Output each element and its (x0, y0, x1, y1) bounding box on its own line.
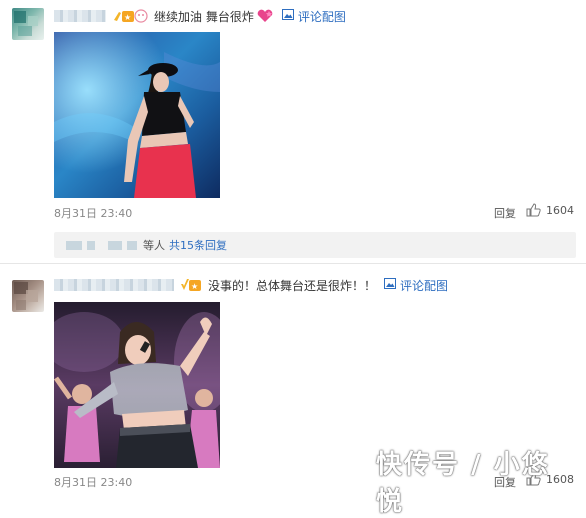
avatar[interactable] (12, 8, 44, 40)
comment-item-1: ★ 继续加油 舞台很炸 评论配图 8月31日 23:40 回复 1604 等人 … (0, 0, 586, 262)
avatar[interactable] (12, 280, 44, 312)
thumbs-up-icon (526, 203, 541, 217)
comment-text: 继续加油 舞台很炸 (154, 9, 254, 24)
comment-image-link-label: 评论配图 (400, 278, 449, 293)
image-icon (384, 278, 397, 292)
reply-button[interactable]: 回复 (494, 205, 516, 221)
sub-replies-suffix: 等人 (143, 239, 165, 252)
comment-time: 8月31日 23:40 (54, 207, 133, 220)
comment-divider (0, 263, 586, 264)
comment-header: ★ 没事的！总体舞台还是很炸！！ 评论配图 (54, 275, 448, 295)
watermark: 快传号 / 小悠悦 (376, 450, 550, 517)
comment-header: ★ 继续加油 舞台很炸 评论配图 (54, 6, 346, 26)
comment-image[interactable] (54, 302, 220, 468)
comment-image-link[interactable]: 评论配图 (281, 8, 346, 25)
comment-image-link[interactable]: 评论配图 (384, 277, 448, 294)
like-count: 1604 (546, 203, 574, 217)
comment-time: 8月31日 23:40 (54, 476, 133, 489)
image-icon (281, 9, 294, 23)
sub-replies-bar[interactable]: 等人 共15条回复 (54, 232, 576, 258)
svg-text:★: ★ (124, 13, 131, 22)
comment-image-link-label: 评论配图 (297, 9, 346, 24)
sub-replies-count-link[interactable]: 共15条回复 (169, 237, 227, 253)
comment-image[interactable] (54, 32, 220, 198)
username[interactable] (54, 279, 174, 291)
svg-text:★: ★ (191, 282, 198, 291)
sub-reply-usernames (66, 240, 137, 250)
heart-icon (256, 9, 274, 23)
vip-badge-icon: ★ (180, 278, 202, 292)
username[interactable] (54, 10, 106, 22)
comment-meta: 8月31日 23:40 回复 1604 (54, 203, 576, 221)
like-button[interactable]: 1604 (526, 203, 574, 217)
comment-text: 没事的！总体舞台还是很炸！！ (208, 278, 377, 293)
vip-badge-icon: ★ (112, 9, 148, 23)
